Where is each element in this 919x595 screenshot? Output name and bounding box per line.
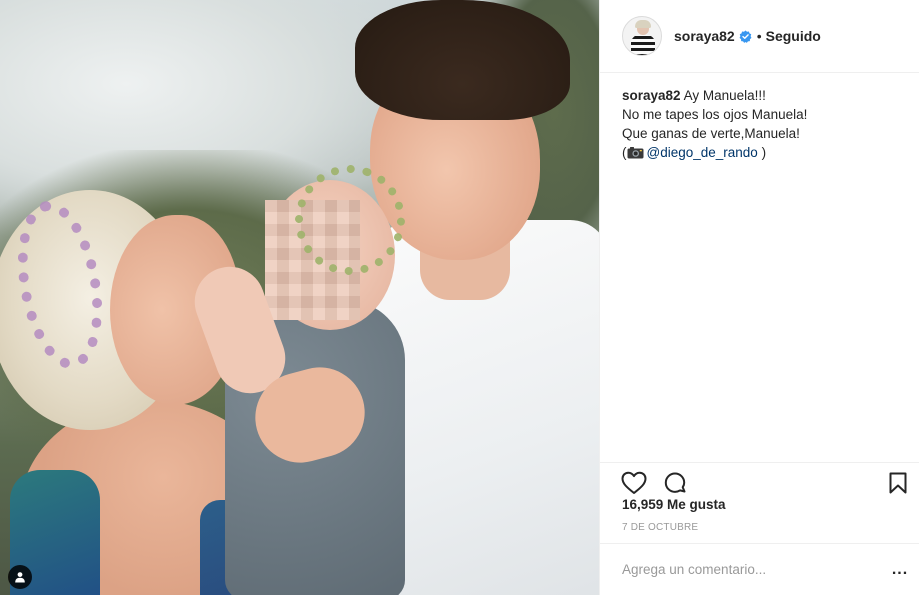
caption-text-2: No me tapes los ojos Manuela!: [622, 107, 808, 122]
caption-text-1: Ay Manuela!!!: [683, 88, 766, 103]
more-options-button[interactable]: ...: [890, 560, 910, 580]
post-caption: soraya82 Ay Manuela!!! No me tapes los o…: [622, 86, 907, 162]
follow-status-button[interactable]: Seguido: [766, 28, 821, 44]
caption-credit: ( @diego_de_rando ): [622, 143, 907, 162]
avatar[interactable]: [622, 16, 662, 56]
caption-username[interactable]: soraya82: [622, 88, 681, 103]
user-tag-button[interactable]: [8, 565, 32, 589]
credit-close: ): [761, 145, 767, 160]
comment-icon: [664, 472, 686, 493]
header-separator: •: [756, 28, 762, 44]
header-username[interactable]: soraya82: [674, 28, 735, 44]
post-actions: [600, 462, 919, 494]
credit-mention-link[interactable]: @diego_de_rando: [647, 145, 758, 160]
like-button[interactable]: [620, 468, 648, 498]
comment-box: ...: [600, 543, 919, 595]
comment-input[interactable]: [622, 562, 862, 577]
caption-text-3: Que ganas de verte,Manuela!: [622, 126, 800, 141]
photo-man-hair: [355, 0, 570, 120]
likes-count[interactable]: 16,959 Me gusta: [622, 497, 726, 512]
post-photo[interactable]: [0, 0, 599, 595]
post-header: soraya82 • Seguido: [600, 0, 919, 73]
comment-button[interactable]: [661, 468, 689, 498]
camera-emoji-icon: [627, 147, 643, 159]
post-date[interactable]: 7 de octubre: [622, 522, 698, 533]
verified-badge-icon: [739, 30, 752, 43]
save-button[interactable]: [884, 468, 912, 498]
heart-icon: [621, 471, 647, 494]
post-sidebar: soraya82 • Seguido soraya82 Ay Manuela!!…: [599, 0, 919, 595]
caption-line-1: soraya82 Ay Manuela!!!: [622, 86, 907, 105]
bookmark-icon: [889, 472, 907, 494]
user-tag-icon: [15, 572, 25, 583]
